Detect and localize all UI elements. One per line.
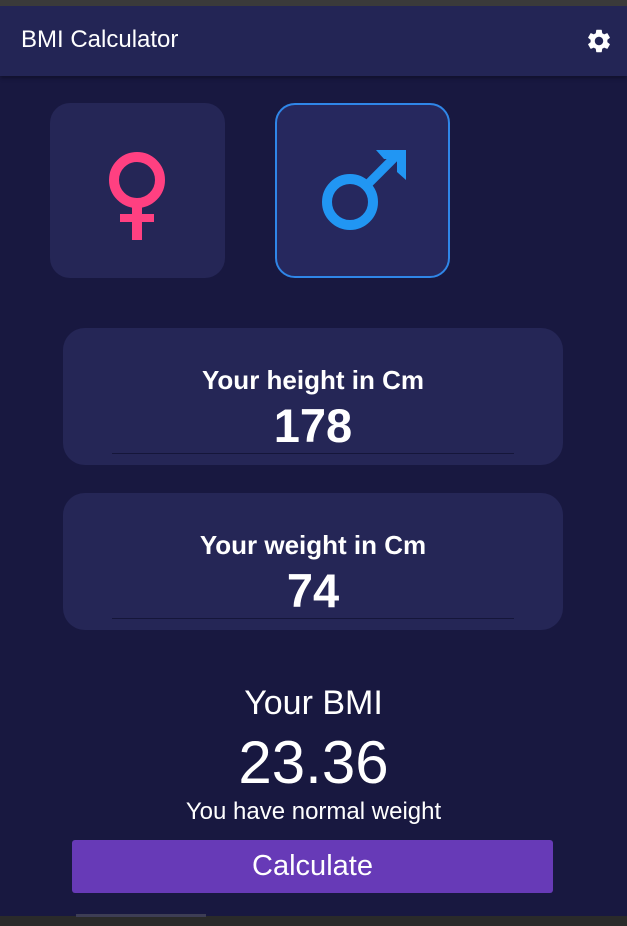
height-input[interactable]: 178: [63, 398, 563, 453]
male-symbol-icon: [322, 150, 406, 230]
bmi-message: You have normal weight: [185, 798, 442, 825]
weight-label: Your weight in Cm: [199, 530, 427, 560]
gear-icon[interactable]: [585, 27, 613, 55]
weight-input-underline: [112, 618, 514, 619]
height-input-underline: [112, 453, 514, 454]
weight-input[interactable]: 74: [63, 563, 563, 618]
female-symbol-icon: [109, 152, 165, 240]
window-bottom-border: [0, 916, 627, 926]
height-card: Your height in Cm 178: [63, 328, 563, 465]
height-label: Your height in Cm: [202, 365, 424, 395]
calculate-button[interactable]: Calculate: [72, 840, 553, 893]
bmi-title: Your BMI: [244, 684, 383, 722]
app-title: BMI Calculator: [21, 26, 179, 53]
app-bar: BMI Calculator: [0, 6, 627, 76]
gender-card-female[interactable]: [50, 103, 225, 278]
app-window: BMI Calculator Your height in Cm 178 You…: [0, 6, 627, 916]
bmi-value: 23.36: [238, 729, 389, 796]
gender-card-male[interactable]: [275, 103, 450, 278]
bottom-scroll-handle: [76, 914, 206, 917]
weight-card: Your weight in Cm 74: [63, 493, 563, 630]
